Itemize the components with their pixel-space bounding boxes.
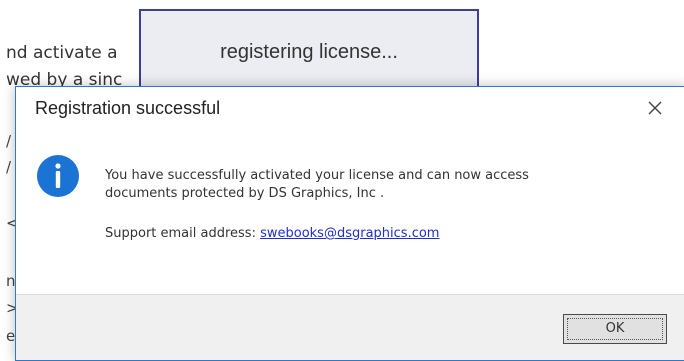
background-text-fragment: e <box>6 327 16 345</box>
background-text-fragment: / <box>6 158 12 176</box>
dialog-title: Registration successful <box>35 98 221 118</box>
support-label: Support email address: <box>105 226 261 241</box>
success-message: You have successfully activated your lic… <box>105 167 625 203</box>
background-text-fragment: / <box>6 132 12 150</box>
support-email-row: Support email address: swebooks@dsgraphi… <box>105 226 439 241</box>
registration-dialog: Registration successful You have success… <box>15 86 684 361</box>
ok-button-label: OK <box>605 321 625 336</box>
close-button[interactable] <box>642 95 668 121</box>
close-icon <box>648 101 662 115</box>
message-line: You have successfully activated your lic… <box>105 168 529 183</box>
info-icon <box>36 154 80 198</box>
support-email-link[interactable]: swebooks@dsgraphics.com <box>260 226 439 241</box>
message-line: documents protected by DS Graphics, Inc … <box>105 186 385 201</box>
dialog-content: You have successfully activated your lic… <box>16 129 684 294</box>
dialog-footer: OK <box>16 294 684 360</box>
ok-button[interactable]: OK <box>563 314 667 344</box>
background-text-line: nd activate a <box>6 43 118 63</box>
dialog-titlebar[interactable]: Registration successful <box>16 87 684 129</box>
progress-message: registering license... <box>220 41 398 63</box>
